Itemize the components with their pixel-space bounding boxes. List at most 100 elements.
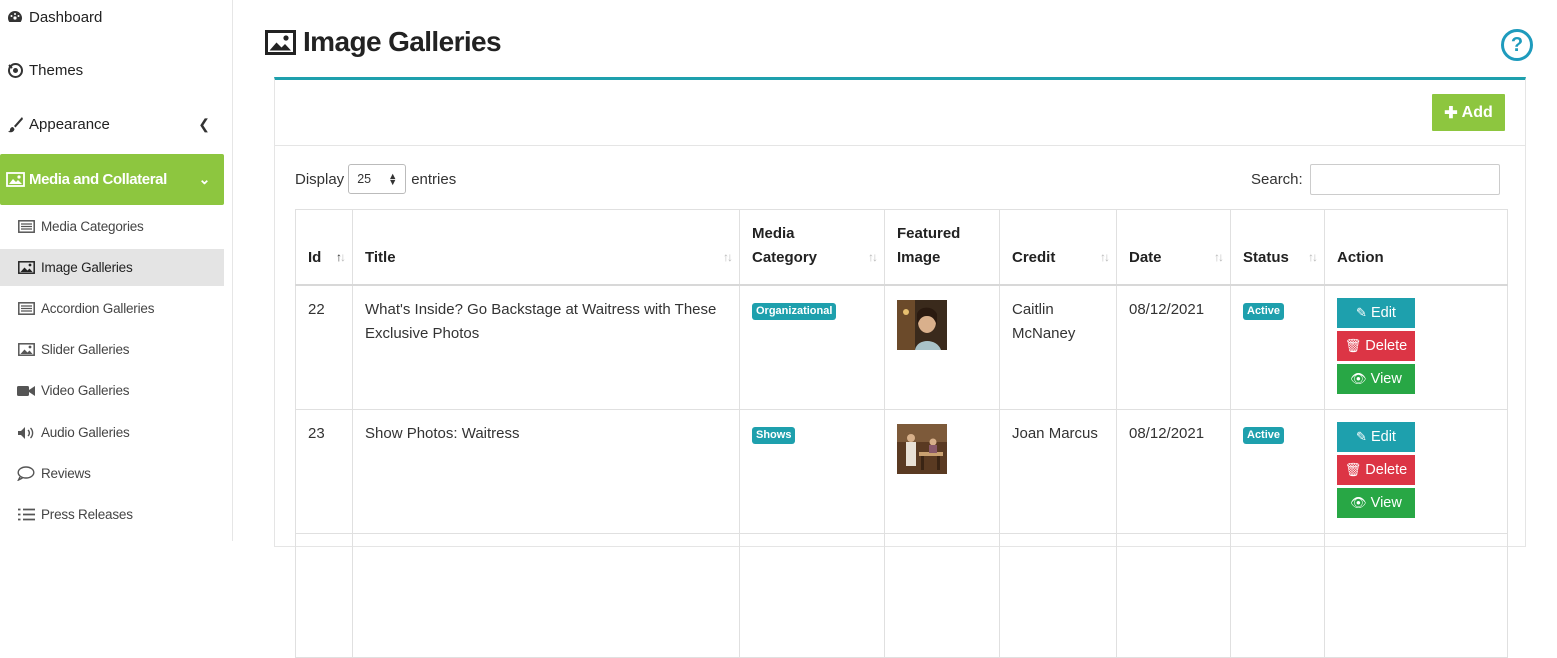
list-alt-icon [16, 220, 36, 233]
column-header-status[interactable]: Status ↑↓ [1230, 209, 1325, 286]
sidebar-item-label: Themes [29, 61, 84, 79]
category-badge: Shows [752, 427, 796, 444]
cell-featured-image [884, 409, 1000, 534]
page-title: Image Galleries [265, 26, 502, 58]
image-icon [4, 170, 26, 190]
sidebar-item-label: Media Categories [41, 219, 144, 234]
cell-title: Show Photos: Waitress [352, 409, 740, 534]
search-input[interactable] [1309, 164, 1500, 195]
list-icon [16, 508, 36, 521]
edit-button[interactable]: ✎ Edit [1337, 298, 1415, 328]
edit-label: Edit [1370, 429, 1396, 445]
list-alt-icon [16, 302, 36, 315]
view-label: View [1370, 495, 1402, 511]
column-label: Featured Image [897, 225, 961, 266]
cell-credit: Joan Marcus [999, 409, 1117, 534]
sort-icon: ↑↓ [868, 250, 878, 264]
display-label: Display [295, 170, 345, 188]
column-label: Status [1243, 249, 1289, 266]
select-arrows-icon: ▲ ▼ [388, 171, 398, 187]
image-icon [16, 261, 36, 274]
column-header-featured-image: Featured Image [884, 209, 1000, 286]
column-header-action: Action [1324, 209, 1508, 286]
sidebar-item-label: Accordion Galleries [41, 301, 155, 316]
sidebar-item-media-categories[interactable]: Media Categories [0, 208, 224, 245]
cell-actions: ✎ Edit 🗑 Delete 👁 View [1324, 409, 1508, 534]
comment-icon [16, 466, 36, 481]
sidebar-item-label: Video Galleries [41, 383, 130, 398]
galleries-table: Id ↑↓ Title ↑↓ Media Category ↑↓ Featured I… [295, 209, 1508, 658]
edit-icon: ✎ [1356, 429, 1367, 444]
sidebar-item-media-and-collateral[interactable]: Media and Collateral ⌄ [0, 154, 224, 205]
sidebar-item-label: Press Releases [41, 507, 133, 522]
panel-header: ✚ Add [275, 80, 1525, 146]
cell-id: 23 [295, 409, 353, 534]
sidebar-item-themes[interactable]: Themes [0, 50, 224, 90]
sort-icon: ↑↓ [1100, 250, 1110, 264]
sidebar-item-image-galleries[interactable]: Image Galleries [0, 249, 224, 286]
cell-date: 08/12/2021 [1116, 284, 1231, 410]
chevron-left-icon: ❮ [198, 116, 210, 132]
sidebar-item-audio-galleries[interactable]: Audio Galleries [0, 414, 224, 451]
sort-icon: ↑↓ [723, 250, 733, 264]
column-header-credit[interactable]: Credit ↑↓ [999, 209, 1117, 286]
column-label: Credit [1012, 249, 1056, 266]
table-row [295, 533, 1508, 658]
view-button[interactable]: 👁 View [1337, 488, 1415, 518]
view-label: View [1370, 371, 1402, 387]
table-header-row: Id ↑↓ Title ↑↓ Media Category ↑↓ Featured I… [295, 209, 1508, 286]
plus-icon: ✚ [1444, 104, 1458, 122]
sidebar-item-label: Reviews [41, 466, 91, 481]
image-icon [16, 343, 36, 356]
delete-button[interactable]: 🗑 Delete [1337, 455, 1415, 485]
sidebar-item-press-releases[interactable]: Press Releases [0, 496, 224, 533]
video-camera-icon [16, 385, 36, 397]
column-label: Media Category [752, 225, 818, 266]
edit-icon: ✎ [1356, 305, 1367, 320]
add-button-label: Add [1461, 103, 1493, 121]
sidebar-item-slider-galleries[interactable]: Slider Galleries [0, 331, 224, 368]
cell-id: 22 [295, 284, 353, 410]
edit-label: Edit [1370, 305, 1396, 321]
cell-date: 08/12/2021 [1116, 409, 1231, 534]
column-label: Id [308, 249, 322, 266]
column-header-title[interactable]: Title ↑↓ [352, 209, 740, 286]
sidebar-item-label: Audio Galleries [41, 425, 130, 440]
sidebar-item-dashboard[interactable]: Dashboard [0, 0, 224, 37]
sidebar-item-label: Media and Collateral [29, 171, 167, 188]
sidebar-item-reviews[interactable]: Reviews [0, 455, 224, 492]
cell-status: Active [1230, 284, 1325, 410]
column-header-id[interactable]: Id ↑↓ [295, 209, 353, 286]
cell-actions: ✎ Edit 🗑 Delete 👁 View [1324, 284, 1508, 410]
column-label: Action [1337, 249, 1384, 266]
column-label: Title [365, 249, 396, 266]
cell-title: What's Inside? Go Backstage at Waitress … [352, 284, 740, 410]
trash-icon: 🗑 [1344, 462, 1362, 477]
page-size-select[interactable]: 25 ▲ ▼ [348, 164, 407, 194]
status-badge: Active [1243, 427, 1285, 444]
column-header-media-category[interactable]: Media Category ↑↓ [739, 209, 885, 286]
cell-featured-image [884, 284, 1000, 410]
edit-button[interactable]: ✎ Edit [1337, 422, 1415, 452]
add-button[interactable]: ✚ Add [1432, 94, 1505, 131]
featured-image-thumbnail [897, 300, 947, 350]
column-header-date[interactable]: Date ↑↓ [1116, 209, 1231, 286]
sidebar-item-video-galleries[interactable]: Video Galleries [0, 372, 224, 409]
sidebar-item-accordion-galleries[interactable]: Accordion Galleries [0, 290, 224, 327]
chevron-down-icon: ⌄ [198, 171, 211, 187]
sidebar-item-label: Slider Galleries [41, 342, 130, 357]
column-label: Date [1129, 249, 1162, 266]
view-button[interactable]: 👁 View [1337, 364, 1415, 394]
table-row: 23 Show Photos: Waitress Shows Joan Marc… [295, 409, 1508, 534]
sort-icon: ↑↓ [1214, 250, 1224, 264]
trash-icon: 🗑 [1344, 338, 1362, 353]
sidebar-item-appearance[interactable]: Appearance ❮ [0, 104, 224, 144]
cell-status: Active [1230, 409, 1325, 534]
category-badge: Organizational [752, 303, 837, 320]
eye-icon: 👁 [1350, 371, 1367, 386]
help-icon[interactable]: ? [1501, 29, 1533, 61]
cell-category: Shows [739, 409, 885, 534]
page-title-text: Image Galleries [303, 26, 502, 57]
page-size-value: 25 [357, 172, 372, 186]
delete-button[interactable]: 🗑 Delete [1337, 331, 1415, 361]
